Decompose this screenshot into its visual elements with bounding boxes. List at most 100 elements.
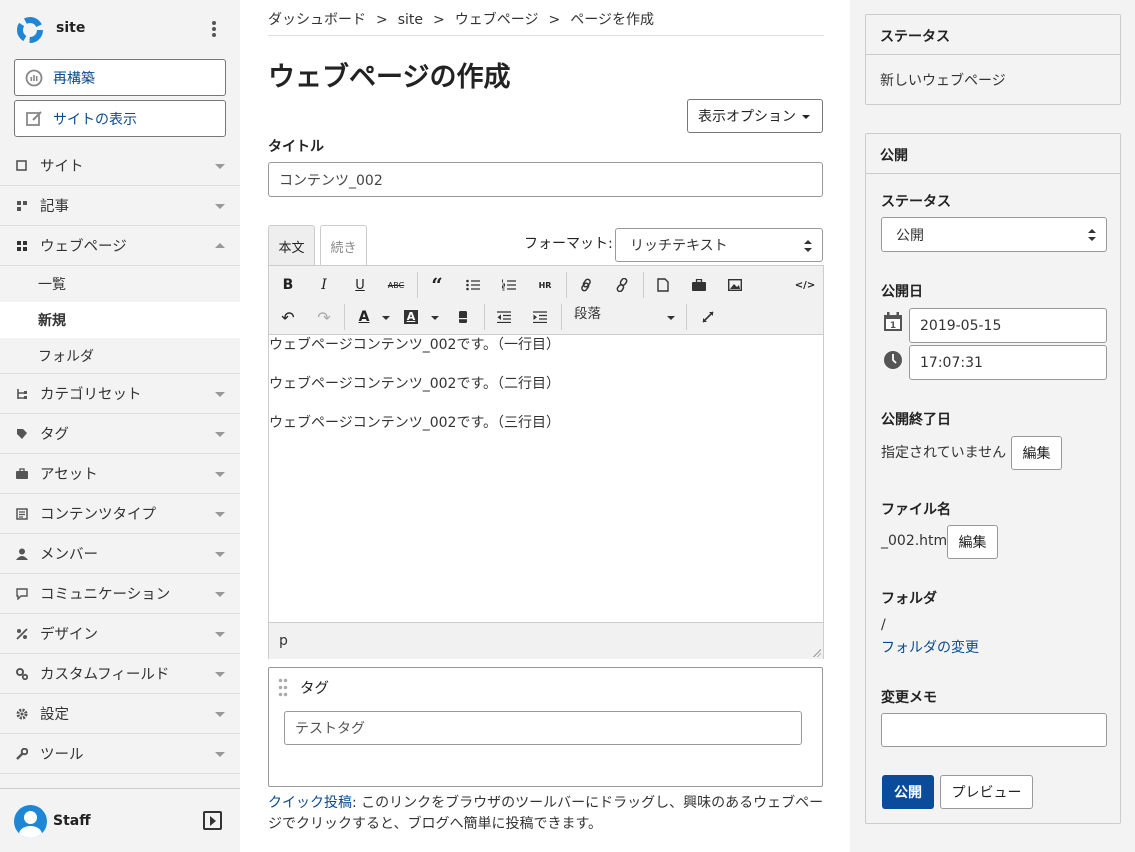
calendar-icon[interactable]: 1 — [883, 312, 903, 332]
chevron-down-icon[interactable] — [382, 316, 390, 320]
sidebar-subitem-new[interactable]: 新規 — [0, 302, 240, 338]
format-select[interactable]: リッチテキスト — [615, 228, 823, 262]
breadcrumb-site[interactable]: site — [398, 12, 423, 28]
insert-asset-icon[interactable] — [688, 274, 710, 296]
sidebar-item-communication[interactable]: コミュニケーション — [0, 574, 240, 614]
chevron-down-icon[interactable] — [431, 316, 439, 320]
sidebar-item-label: メンバー — [40, 547, 98, 563]
sidebar-footer: Staff — [0, 788, 240, 852]
chevron-down-icon — [215, 592, 225, 597]
more-menu-icon[interactable] — [210, 19, 218, 39]
redo-icon[interactable]: ↷ — [313, 306, 335, 328]
text-color-icon[interactable]: A — [353, 306, 375, 328]
sidebar-subitem-list[interactable]: 一覧 — [0, 266, 240, 302]
eraser-icon[interactable] — [452, 306, 474, 328]
italic-icon[interactable]: I — [313, 274, 335, 296]
numbered-list-icon[interactable] — [498, 274, 520, 296]
sidebar-subitem-folder[interactable]: フォルダ — [0, 338, 240, 374]
insert-image-icon[interactable] — [724, 274, 746, 296]
breadcrumb: ダッシュボード > site > ウェブページ > ページを作成 — [268, 9, 824, 36]
sidebar-header: site — [0, 0, 240, 58]
link-icon[interactable] — [575, 274, 597, 296]
user-name[interactable]: Staff — [53, 813, 91, 829]
sidebar-item-label: ツール — [40, 747, 84, 763]
preview-button[interactable]: プレビュー — [940, 775, 1033, 809]
edit-filename-button[interactable]: 編集 — [947, 525, 998, 559]
sidebar-item-label: 設定 — [40, 707, 69, 723]
tags-input[interactable] — [284, 711, 802, 745]
fullscreen-icon[interactable] — [697, 306, 719, 328]
rebuild-icon — [25, 69, 43, 87]
resize-handle-icon[interactable] — [811, 647, 821, 657]
quickpost-link[interactable]: クイック投稿 — [268, 795, 352, 811]
chevron-down-icon — [215, 712, 225, 717]
publish-date-input[interactable]: 2019-05-15 — [909, 308, 1107, 343]
status-card-value: 新しいウェブページ — [880, 73, 1006, 89]
source-code-icon[interactable]: </> — [794, 274, 816, 296]
logo-icon[interactable] — [16, 16, 44, 44]
sidebar-item-tags[interactable]: タグ — [0, 414, 240, 454]
rebuild-label: 再構築 — [53, 70, 95, 87]
publish-button[interactable]: 公開 — [882, 775, 934, 809]
sidebar-item-label: ウェブページ — [40, 239, 127, 255]
tab-more[interactable]: 続き — [320, 225, 367, 266]
breadcrumb-separator: > — [376, 12, 388, 28]
wrench-icon — [16, 747, 28, 760]
sidebar-item-content-types[interactable]: コンテンツタイプ — [0, 494, 240, 534]
chevron-down-icon — [215, 672, 225, 677]
sidebar-item-tools[interactable]: ツール — [0, 734, 240, 774]
sidebar-item-entries[interactable]: 記事 — [0, 186, 240, 226]
folder-label: フォルダ — [881, 591, 937, 607]
sidebar-item-site[interactable]: サイト — [0, 146, 240, 186]
sidebar-item-label: カスタムフィールド — [40, 667, 170, 683]
drag-handle-icon[interactable] — [278, 677, 288, 699]
change-memo-label: 変更メモ — [881, 690, 937, 706]
clock-icon[interactable] — [883, 350, 903, 370]
sidebar-item-settings[interactable]: 設定 — [0, 694, 240, 734]
change-folder-link[interactable]: フォルダの変更 — [881, 637, 979, 657]
unlink-icon[interactable] — [611, 274, 633, 296]
breadcrumb-dashboard[interactable]: ダッシュボード — [268, 12, 366, 28]
change-memo-input[interactable] — [881, 713, 1107, 747]
insert-file-icon[interactable] — [652, 274, 674, 296]
undo-icon[interactable]: ↶ — [277, 306, 299, 328]
publish-date-label: 公開日 — [881, 284, 923, 300]
user-icon — [16, 548, 28, 560]
rebuild-button[interactable]: 再構築 — [14, 59, 226, 96]
publish-date-value: 2019-05-15 — [920, 317, 1002, 334]
sidebar-item-category-sets[interactable]: カテゴリセット — [0, 374, 240, 414]
blockquote-icon[interactable]: “ — [426, 273, 448, 297]
horizontal-rule-icon[interactable]: HR — [534, 274, 556, 296]
editor-content[interactable]: ウェブページコンテンツ_002です。（一行目） ウェブページコンテンツ_002で… — [269, 335, 823, 621]
breadcrumb-separator: > — [433, 12, 445, 28]
sidebar-item-webpages[interactable]: ウェブページ — [0, 226, 240, 266]
sidebar-item-design[interactable]: デザイン — [0, 614, 240, 654]
display-options-button[interactable]: 表示オプション — [687, 99, 823, 133]
tab-body[interactable]: 本文 — [268, 225, 315, 266]
element-path[interactable]: p — [279, 633, 288, 649]
publish-time-input[interactable]: 17:07:31 — [909, 345, 1107, 380]
chevron-down-icon[interactable] — [667, 316, 675, 320]
publish-status-select[interactable]: 公開 — [881, 217, 1107, 252]
underline-icon[interactable]: U — [349, 274, 371, 296]
bold-icon[interactable]: B — [277, 274, 299, 296]
site-name[interactable]: site — [56, 20, 85, 36]
sidebar-item-assets[interactable]: アセット — [0, 454, 240, 494]
sidebar-subitem-label: 新規 — [38, 313, 66, 329]
avatar[interactable] — [14, 805, 47, 838]
strikethrough-icon[interactable]: ABC — [385, 274, 407, 296]
webpages-icon — [16, 240, 28, 252]
collapse-sidebar-icon[interactable] — [203, 811, 222, 830]
background-color-icon[interactable]: A — [400, 306, 422, 328]
outdent-icon[interactable] — [493, 306, 515, 328]
bullet-list-icon[interactable] — [462, 274, 484, 296]
sidebar-item-custom-fields[interactable]: カスタムフィールド — [0, 654, 240, 694]
edit-unpublish-date-button[interactable]: 編集 — [1011, 436, 1062, 470]
indent-icon[interactable] — [529, 306, 551, 328]
sidebar-item-members[interactable]: メンバー — [0, 534, 240, 574]
paragraph-select[interactable]: 段落 — [574, 302, 601, 322]
view-site-button[interactable]: サイトの表示 — [14, 100, 226, 137]
filename-value: _002.html — [881, 533, 952, 549]
breadcrumb-webpages[interactable]: ウェブページ — [455, 12, 539, 28]
title-input[interactable] — [268, 162, 823, 197]
